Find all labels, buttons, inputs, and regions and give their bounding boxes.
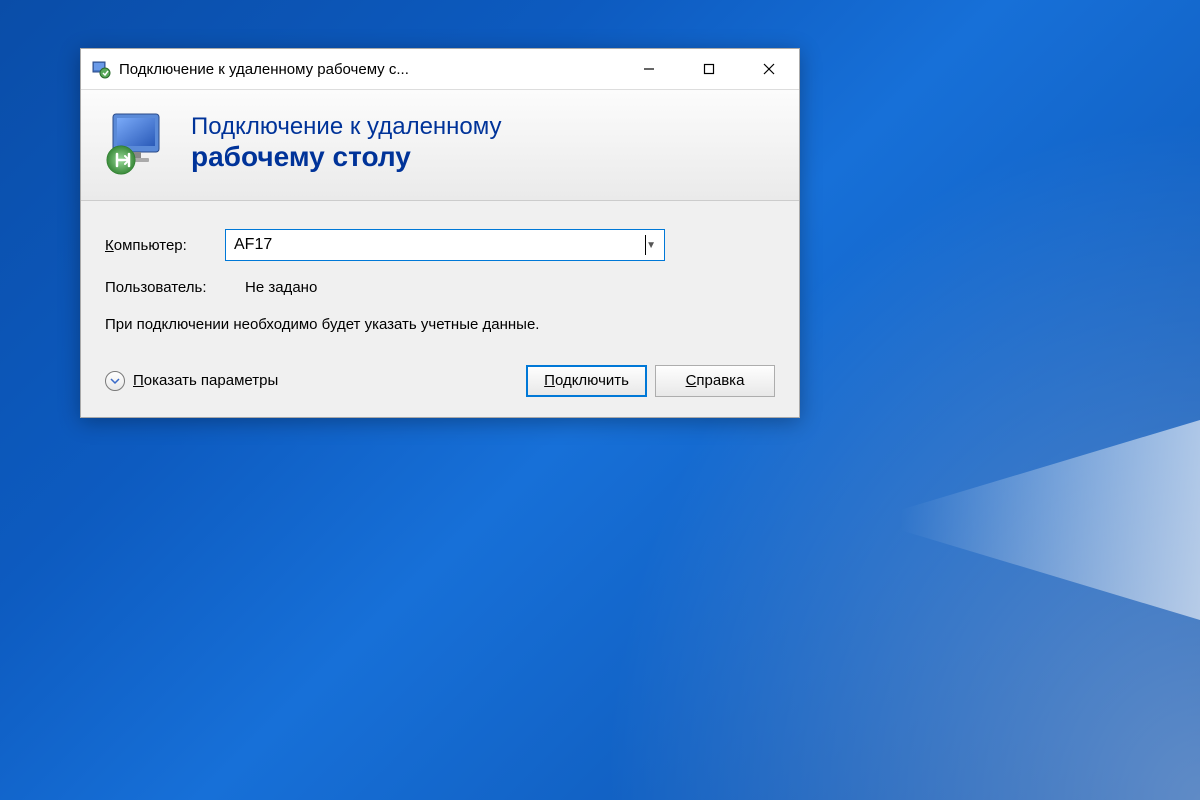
rdc-window: Подключение к удаленному рабочему с... [80,48,800,418]
window-title: Подключение к удаленному рабочему с... [119,61,619,78]
rdc-header-icon [103,108,173,178]
user-label: Пользователь: [105,279,225,296]
computer-combobox[interactable]: ▼ [225,229,665,261]
dialog-body: Компьютер: ▼ Пользователь: Не задано При… [81,201,799,417]
maximize-button[interactable] [679,49,739,89]
close-button[interactable] [739,49,799,89]
desktop-light-beam [900,420,1200,620]
user-row: Пользователь: Не задано [105,279,775,296]
computer-input[interactable] [234,236,645,254]
help-button[interactable]: Справка [655,365,775,397]
window-controls [619,49,799,89]
user-value: Не задано [245,279,317,296]
header-title-line2: рабочему столу [191,141,502,173]
header-banner: Подключение к удаленному рабочему столу [81,89,799,201]
connect-button[interactable]: Подключить [526,365,647,397]
header-text: Подключение к удаленному рабочему столу [191,113,502,173]
minimize-button[interactable] [619,49,679,89]
computer-row: Компьютер: ▼ [105,229,775,261]
expand-options-icon[interactable] [105,371,125,391]
footer-row: Показать параметры Подключить Справка [105,365,775,397]
rdc-titlebar-icon [91,59,111,79]
show-options-link[interactable]: Показать параметры [133,372,278,389]
credentials-note: При подключении необходимо будет указать… [105,314,605,337]
titlebar[interactable]: Подключение к удаленному рабочему с... [81,49,799,89]
computer-label: Компьютер: [105,237,225,254]
chevron-down-icon[interactable]: ▼ [646,240,656,251]
header-title-line1: Подключение к удаленному [191,113,502,141]
